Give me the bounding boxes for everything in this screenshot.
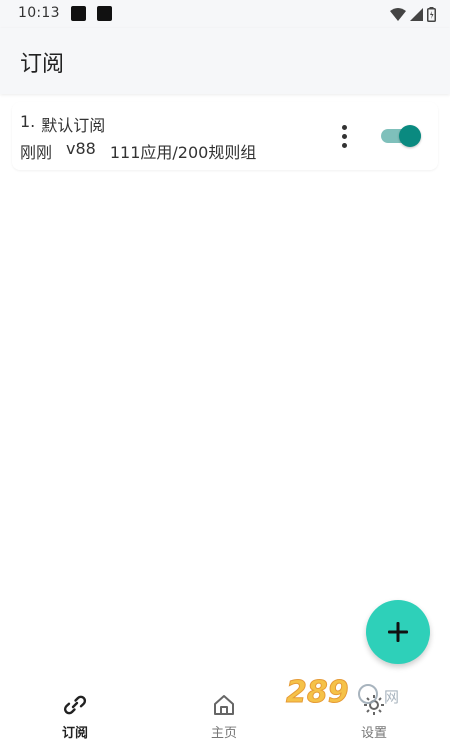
battery-icon bbox=[427, 6, 436, 22]
site-watermark-logo: 289 网 bbox=[286, 675, 400, 711]
subscription-name: 默认订阅 bbox=[41, 116, 106, 135]
status-icons bbox=[390, 6, 436, 22]
nav-item-home[interactable]: 主页 bbox=[184, 692, 264, 746]
subscription-title: 1. 默认订阅 bbox=[20, 112, 105, 136]
notification-icon bbox=[97, 6, 112, 21]
nav-label-home: 主页 bbox=[210, 726, 237, 741]
wifi-icon bbox=[390, 7, 406, 21]
subscription-meta: 刚刚 v88 111应用/200规则组 bbox=[20, 139, 256, 163]
more-vert-icon bbox=[341, 124, 347, 130]
signal-icon bbox=[410, 7, 423, 21]
subscription-index: 1. bbox=[20, 112, 36, 131]
more-vert-icon-dot bbox=[341, 133, 347, 139]
link-icon bbox=[63, 695, 87, 715]
more-vert-icon-dot bbox=[341, 142, 347, 148]
status-time: 10:13 bbox=[18, 5, 60, 21]
subscription-toggle[interactable] bbox=[381, 123, 423, 149]
subscription-card[interactable]: 1. 默认订阅 刚刚 v88 111应用/200规则组 bbox=[12, 102, 438, 170]
plus-icon bbox=[388, 622, 408, 642]
subscription-stats: 111应用/200规则组 bbox=[109, 143, 257, 162]
nav-item-subscribe[interactable]: 订阅 bbox=[35, 692, 115, 746]
nav-label-settings: 设置 bbox=[360, 726, 387, 741]
svg-text:网: 网 bbox=[384, 688, 399, 706]
subscription-version: v88 bbox=[66, 139, 96, 158]
home-icon bbox=[214, 695, 234, 715]
page-title: 订阅 bbox=[20, 52, 65, 77]
subscription-updated: 刚刚 bbox=[20, 143, 53, 162]
app-bar: 订阅 bbox=[0, 28, 450, 94]
notification-icon bbox=[71, 6, 86, 21]
nav-label-subscribe: 订阅 bbox=[61, 726, 88, 741]
toggle-thumb bbox=[399, 125, 421, 147]
more-options-button[interactable] bbox=[334, 120, 354, 152]
add-subscription-button[interactable] bbox=[366, 600, 430, 664]
status-bar: 10:13 bbox=[0, 0, 450, 28]
svg-text:289: 289 bbox=[286, 675, 349, 710]
